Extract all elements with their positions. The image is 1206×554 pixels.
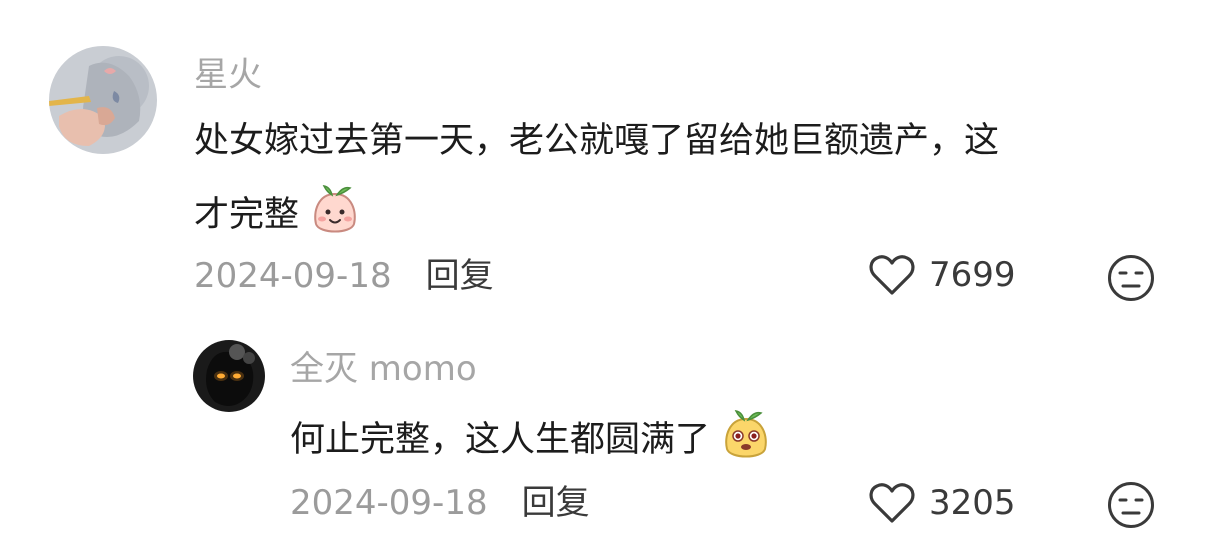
reply-button[interactable]: 回复	[522, 483, 590, 523]
comment-date: 2024-09-18	[194, 256, 392, 296]
comment-meta: 2024-09-18 回复	[194, 259, 494, 293]
comment-text-line: 才完整	[194, 195, 300, 235]
avatar[interactable]	[49, 46, 157, 154]
dislike-button[interactable]	[1107, 254, 1155, 302]
like-button[interactable]: 7699	[869, 254, 1016, 296]
heart-outline-icon	[869, 254, 915, 296]
peach-smile-emoji	[310, 184, 360, 236]
comment-text: 处女嫁过去第一天，老公就嘎了留给她巨额遗产，这	[194, 124, 999, 159]
comment-thread: 星火 处女嫁过去第一天，老公就嘎了留给她巨额遗产，这 才完整 2024-09-1…	[0, 0, 1206, 554]
comment-text-line: 何止完整，这人生都圆满了	[290, 420, 711, 460]
like-button[interactable]: 3205	[869, 482, 1016, 524]
comment-text: 才完整	[194, 185, 360, 242]
meh-face-icon	[1108, 255, 1154, 301]
meh-face-icon	[1108, 482, 1154, 528]
comment-text-line: 处女嫁过去第一天，老公就嘎了留给她巨额遗产，这	[194, 121, 1000, 161]
comment-username[interactable]: 星火	[194, 58, 262, 92]
avatar-photo	[193, 340, 265, 412]
like-count: 7699	[929, 255, 1016, 295]
comment-meta: 2024-09-18 回复	[290, 486, 590, 520]
comment-date: 2024-09-18	[290, 483, 488, 523]
like-count: 3205	[929, 483, 1016, 523]
dislike-button[interactable]	[1107, 481, 1155, 529]
avatar-photo	[49, 46, 157, 154]
avatar[interactable]	[193, 340, 265, 412]
yellow-blob-emoji	[721, 409, 771, 461]
reply-button[interactable]: 回复	[426, 256, 494, 296]
comment-username[interactable]: 全灭 momo	[290, 352, 477, 386]
heart-outline-icon	[869, 482, 915, 524]
comment-text: 何止完整，这人生都圆满了	[290, 410, 771, 467]
